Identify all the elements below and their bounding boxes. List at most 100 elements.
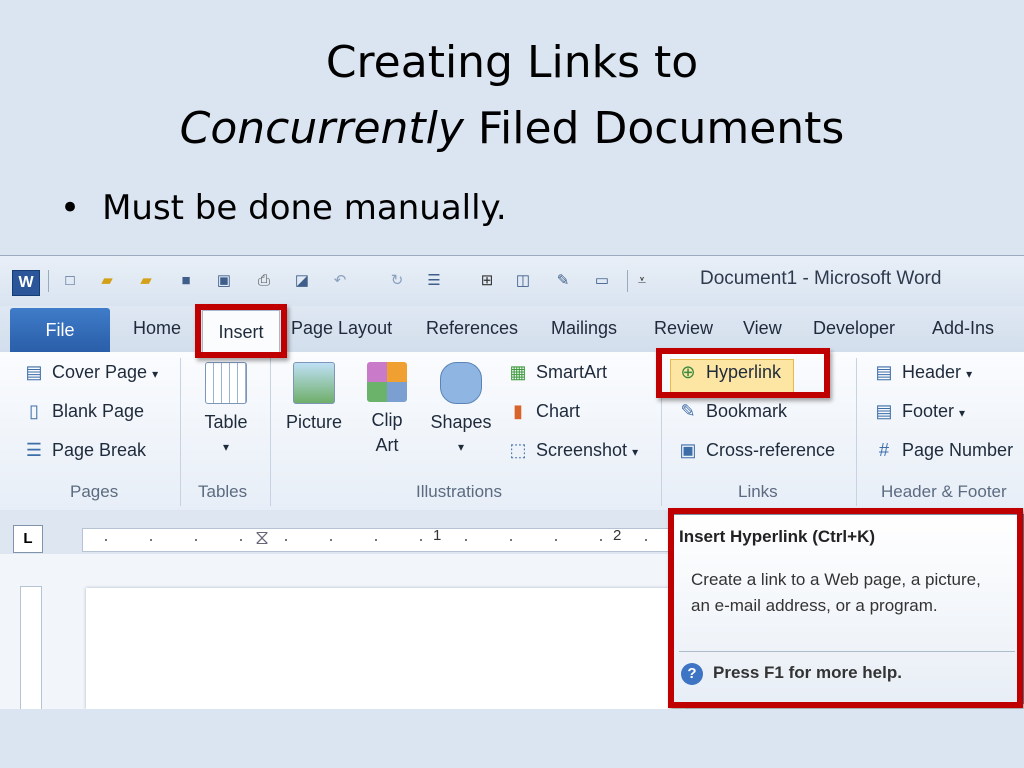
bookmark-label: Bookmark [706,401,788,421]
group-divider [180,358,181,506]
page-break-icon: ☰ [25,440,43,460]
cross-reference-button[interactable]: ▣ Cross-reference [678,440,835,461]
horizontal-ruler[interactable]: 1 2 ⧖ [82,527,684,552]
cover-page-button[interactable]: ▤ Cover Page ▾ [24,362,158,383]
tooltip-callout [668,508,1023,708]
tab-stop-selector[interactable]: L [13,525,43,553]
blank-page-label: Blank Page [52,401,145,421]
chevron-down-icon: ▾ [222,440,230,454]
blank-page-button[interactable]: ▯ Blank Page [24,401,144,422]
screenshot-button[interactable]: ⬚ Screenshot ▾ [508,440,638,461]
title-line-2-rest: Filed Documents [463,103,845,154]
new-document-icon[interactable]: □ [60,270,80,292]
redo-icon[interactable]: ↻ [387,270,407,292]
table-button[interactable]: Table ▾ [196,362,256,460]
indent-marker[interactable]: ⧖ [255,527,269,550]
chevron-down-icon: ▾ [959,406,966,420]
chevron-down-icon: ▾ [457,440,465,454]
hyperlink-button[interactable]: ⊕ Hyperlink [678,362,781,383]
smartart-icon: ▦ [509,362,527,382]
undo-icon[interactable]: ↶ [330,270,350,292]
chevron-down-icon: ▾ [632,445,639,459]
chart-icon: ▮ [513,401,523,421]
footer-button[interactable]: ▤ Footer ▾ [874,401,965,422]
page-number-label: Page Number [902,440,1014,460]
page-break-button[interactable]: ☰ Page Break [24,440,146,461]
group-label-links: Links [738,482,778,501]
bullet-point: • Must be done manually. [60,188,507,228]
tab-view[interactable]: View [743,318,782,339]
print-icon[interactable]: ⎙ [254,270,274,292]
window-title: Document1 - Microsoft Word [700,268,942,289]
ruler-number: 1 [433,527,442,544]
numbering-icon[interactable]: ☰ [424,270,444,292]
picture-icon [293,362,335,404]
toolbar-divider [627,270,628,292]
shapes-button[interactable]: Shapes ▾ [428,362,494,460]
group-label-illustrations: Illustrations [416,482,502,501]
word-screenshot: W □ ▰ ▰ ■ ▣ ⎙ ◪ ↶ ↻ ☰ ⊞ ◫ ✎ ▭ ⩡ Document… [0,255,1024,709]
ribbon-panel: ▤ Cover Page ▾ ▯ Blank Page ☰ Page Break Pa… [0,352,1024,511]
page-number-icon: # [878,440,889,460]
smartart-label: SmartArt [536,362,608,382]
tab-references[interactable]: References [426,318,518,339]
slide-title: Creating Links to Concurrently Filed Doc… [0,30,1024,162]
insert-object-icon[interactable]: ◫ [513,270,533,292]
open-folder-icon[interactable]: ▰ [136,270,156,292]
group-divider [270,358,271,506]
open-folder-icon[interactable]: ▰ [97,270,117,292]
org-chart-icon[interactable]: ⊞ [477,270,497,292]
title-line-1: Creating Links to [325,37,699,88]
header-button[interactable]: ▤ Header ▾ [874,362,972,383]
title-italic-word: Concurrently [179,103,464,154]
picture-label: Picture [285,412,343,432]
tab-page-layout[interactable]: Page Layout [291,318,392,339]
ribbon-tabs: Home Page Layout References Mailings Rev… [0,306,1024,352]
shapes-label: Shapes [430,412,492,432]
smartart-button[interactable]: ▦ SmartArt [508,362,607,383]
quick-access-toolbar: W □ ▰ ▰ ■ ▣ ⎙ ◪ ↶ ↻ ☰ ⊞ ◫ ✎ ▭ ⩡ Document… [0,256,1024,306]
tab-add-ins[interactable]: Add-Ins [932,318,994,339]
chevron-down-icon: ▾ [152,367,159,381]
chart-label: Chart [536,401,581,421]
cover-page-label: Cover Page [52,362,148,382]
page-break-label: Page Break [52,440,147,460]
globe-link-icon: ⊕ [680,362,696,382]
document-page[interactable] [86,588,686,709]
save-icon[interactable]: ■ [176,270,196,292]
cover-page-icon: ▤ [25,362,43,382]
chevron-down-icon: ▾ [966,367,973,381]
tab-mailings[interactable]: Mailings [551,318,617,339]
tab-home[interactable]: Home [133,318,181,339]
clip-art-label-line-2: Art [375,435,399,455]
cross-reference-label: Cross-reference [706,440,836,460]
vertical-ruler[interactable] [20,586,42,709]
tab-review[interactable]: Review [654,318,713,339]
word-logo[interactable]: W [12,270,40,296]
clip-art-label-line-1: Clip [371,410,403,430]
insert-tab-callout [195,304,287,358]
footer-label: Footer [902,401,955,421]
save-as-icon[interactable]: ▣ [214,270,234,292]
group-label-header-footer: Header & Footer [881,482,1007,501]
text-box-icon[interactable]: ▭ [592,270,612,292]
chart-button[interactable]: ▮ Chart [508,401,580,422]
picture-button[interactable]: Picture [282,362,346,435]
customize-quick-access-icon[interactable]: ⩡ [632,270,652,292]
page-number-button[interactable]: # Page Number [874,440,1013,461]
blank-page-icon: ▯ [29,401,39,421]
bullet-text: Must be done manually. [102,188,507,228]
spelling-icon[interactable]: ✎ [553,270,573,292]
cross-reference-icon: ▣ [679,440,697,460]
tab-file[interactable]: File [10,308,110,352]
screenshot-icon: ⬚ [509,440,527,460]
bookmark-button[interactable]: ✎ Bookmark [678,401,787,422]
hyperlink-label: Hyperlink [706,362,782,382]
clip-art-button[interactable]: Clip Art [362,362,412,458]
print-preview-icon[interactable]: ◪ [292,270,312,292]
header-icon: ▤ [875,362,893,382]
table-label: Table [204,412,248,432]
table-icon [205,362,247,404]
tab-developer[interactable]: Developer [813,318,895,339]
bookmark-icon: ✎ [680,401,696,421]
